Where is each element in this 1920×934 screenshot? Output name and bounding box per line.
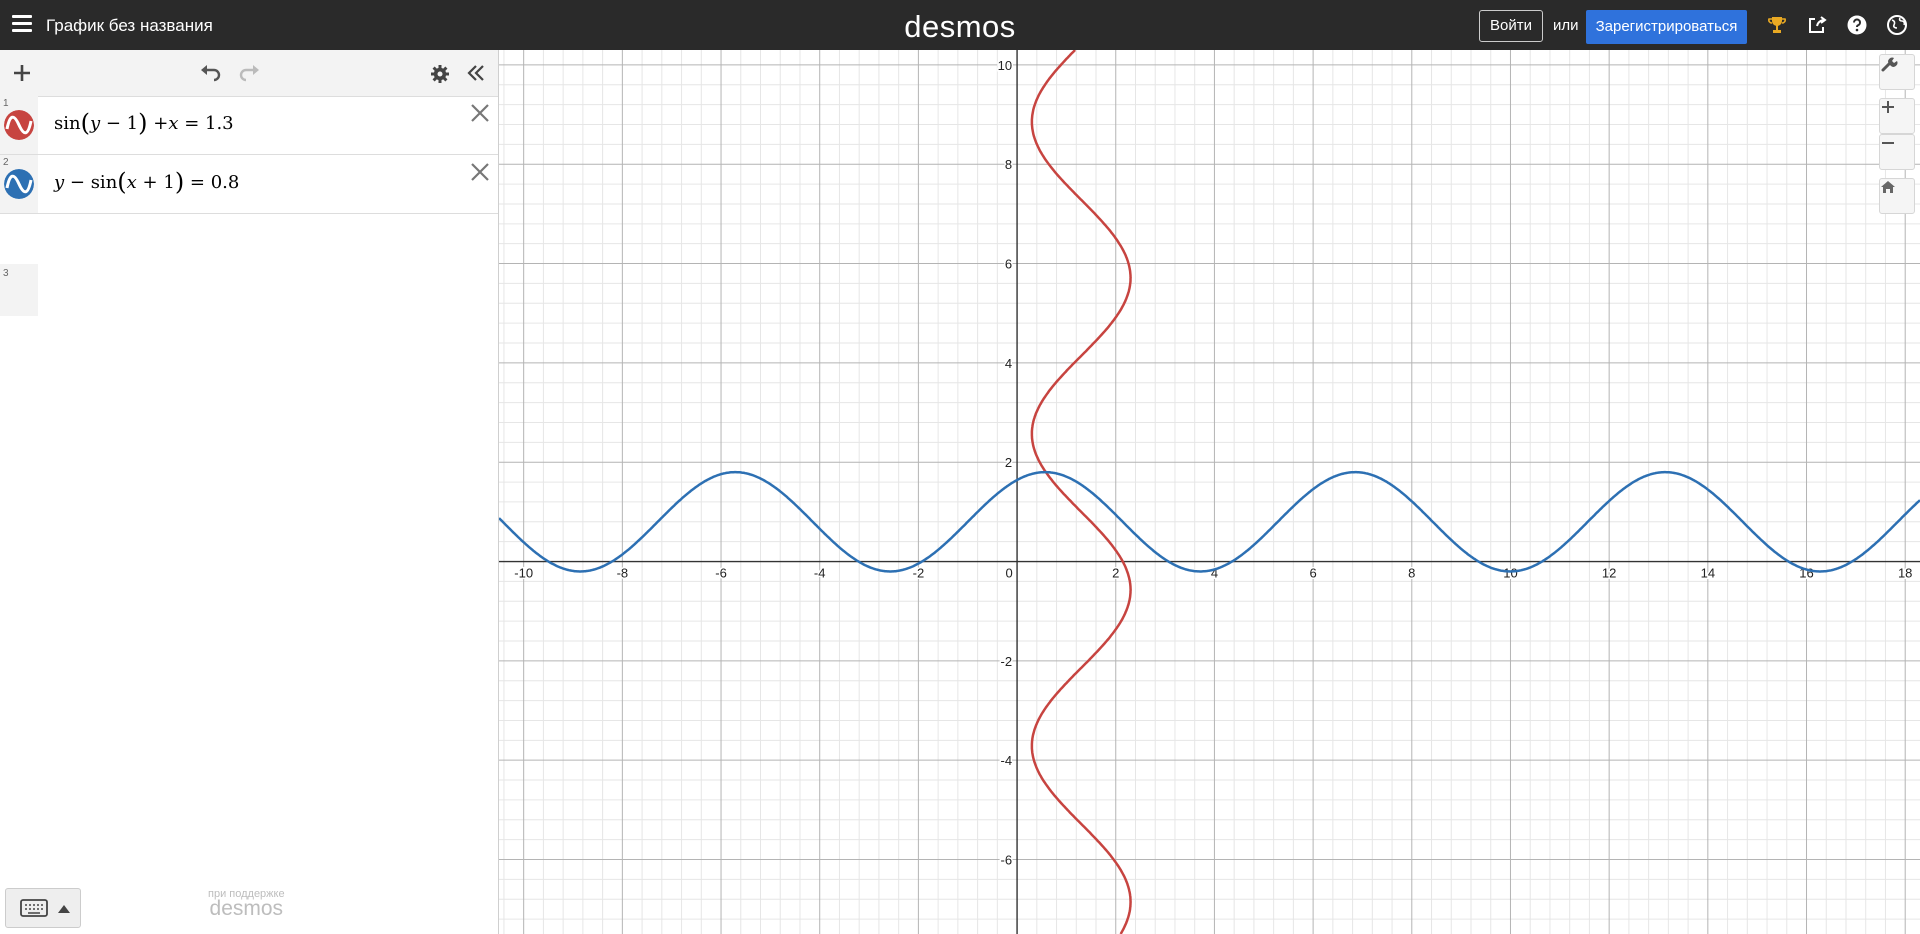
- triangle-up-icon: [58, 905, 70, 913]
- expression-index: 2: [3, 157, 9, 168]
- redo-icon[interactable]: [238, 64, 260, 82]
- delete-icon[interactable]: [468, 101, 492, 125]
- x-tick-label: 10: [1503, 566, 1517, 581]
- signup-button[interactable]: Зарегистрироваться: [1586, 10, 1747, 44]
- zoom-in-icon: [1882, 101, 1894, 113]
- x-tick-label: 2: [1112, 566, 1119, 581]
- y-tick-label: 6: [1005, 257, 1012, 272]
- graph-svg[interactable]: -10 -8 -6 -4 -2 0 2 4 6 8 10 12 14 16 18108642-2-4-6: [499, 50, 1920, 934]
- expression-gutter: 2: [0, 155, 38, 213]
- x-tick-label: 8: [1408, 566, 1415, 581]
- color-toggle-icon[interactable]: [4, 110, 34, 140]
- undo-icon[interactable]: [200, 64, 222, 82]
- expression-row-empty[interactable]: 3: [0, 264, 38, 316]
- share-icon[interactable]: [1806, 14, 1828, 36]
- y-tick-label: -6: [1001, 853, 1013, 868]
- graph-settings-button[interactable]: [1879, 54, 1915, 90]
- expression-index: 1: [3, 98, 9, 109]
- login-button[interactable]: Войти: [1479, 10, 1543, 42]
- globe-icon[interactable]: [1886, 14, 1908, 36]
- x-tick-label: 6: [1309, 566, 1316, 581]
- zoom-out-icon: [1882, 142, 1894, 144]
- y-tick-label: 10: [998, 58, 1012, 73]
- x-tick-label: -6: [715, 566, 727, 581]
- minor-grid: [499, 50, 1920, 934]
- expression-formula[interactable]: y − sin(x + 1) = 0.8: [54, 170, 239, 194]
- expression-panel: 1 sin(y − 1) +x = 1.3 2 y − sin(x + 1) =…: [0, 50, 499, 934]
- y-tick-label: 4: [1005, 356, 1012, 371]
- expression-gutter: 1: [0, 96, 38, 154]
- graph-title[interactable]: График без названия: [46, 16, 213, 36]
- home-button[interactable]: [1879, 178, 1915, 214]
- y-tick-label: -2: [1001, 654, 1013, 669]
- help-icon[interactable]: [1846, 14, 1868, 36]
- or-text: или: [1553, 17, 1579, 34]
- x-tick-label: -4: [814, 566, 826, 581]
- color-toggle-icon[interactable]: [4, 169, 34, 199]
- add-icon[interactable]: [12, 63, 32, 83]
- keyboard-button[interactable]: [5, 888, 81, 928]
- keyboard-icon: [20, 899, 48, 917]
- expression-formula[interactable]: sin(y − 1) +x = 1.3: [54, 111, 234, 135]
- y-tick-label: 2: [1005, 455, 1012, 470]
- collapse-icon[interactable]: [466, 63, 486, 83]
- home-icon: [1881, 181, 1895, 193]
- y-tick-label: -4: [1001, 753, 1013, 768]
- zoom-in-button[interactable]: [1879, 98, 1915, 134]
- x-tick-label: -10: [514, 566, 533, 581]
- top-bar: График без названия desmos Войти или Зар…: [0, 0, 1920, 50]
- expression-row[interactable]: 1 sin(y − 1) +x = 1.3: [0, 96, 498, 155]
- major-grid: [499, 50, 1920, 934]
- axes: [499, 50, 1920, 934]
- expression-toolbar: [0, 50, 498, 97]
- expression-index: 3: [3, 268, 9, 279]
- delete-icon[interactable]: [468, 160, 492, 184]
- x-tick-label: -2: [913, 566, 925, 581]
- powered-by: при поддержке desmos: [208, 888, 285, 921]
- wrench-icon: [1881, 57, 1898, 72]
- zoom-out-button[interactable]: [1879, 134, 1915, 170]
- graph-canvas[interactable]: -10 -8 -6 -4 -2 0 2 4 6 8 10 12 14 16 18 10 8 6 4 2 -2 -4 -6: [499, 50, 1920, 934]
- settings-icon[interactable]: [430, 64, 450, 84]
- y-tick-label: 8: [1005, 157, 1012, 172]
- trophy-icon[interactable]: [1766, 14, 1788, 36]
- x-tick-label: 18: [1898, 566, 1912, 581]
- expression-row[interactable]: 2 y − sin(x + 1) = 0.8: [0, 155, 498, 214]
- origin-label: 0: [1005, 566, 1012, 581]
- x-tick-label: 12: [1602, 566, 1616, 581]
- x-tick-label: -8: [617, 566, 629, 581]
- x-tick-label: 14: [1701, 566, 1715, 581]
- menu-icon[interactable]: [12, 15, 32, 33]
- powered-by-brand: desmos: [209, 897, 284, 920]
